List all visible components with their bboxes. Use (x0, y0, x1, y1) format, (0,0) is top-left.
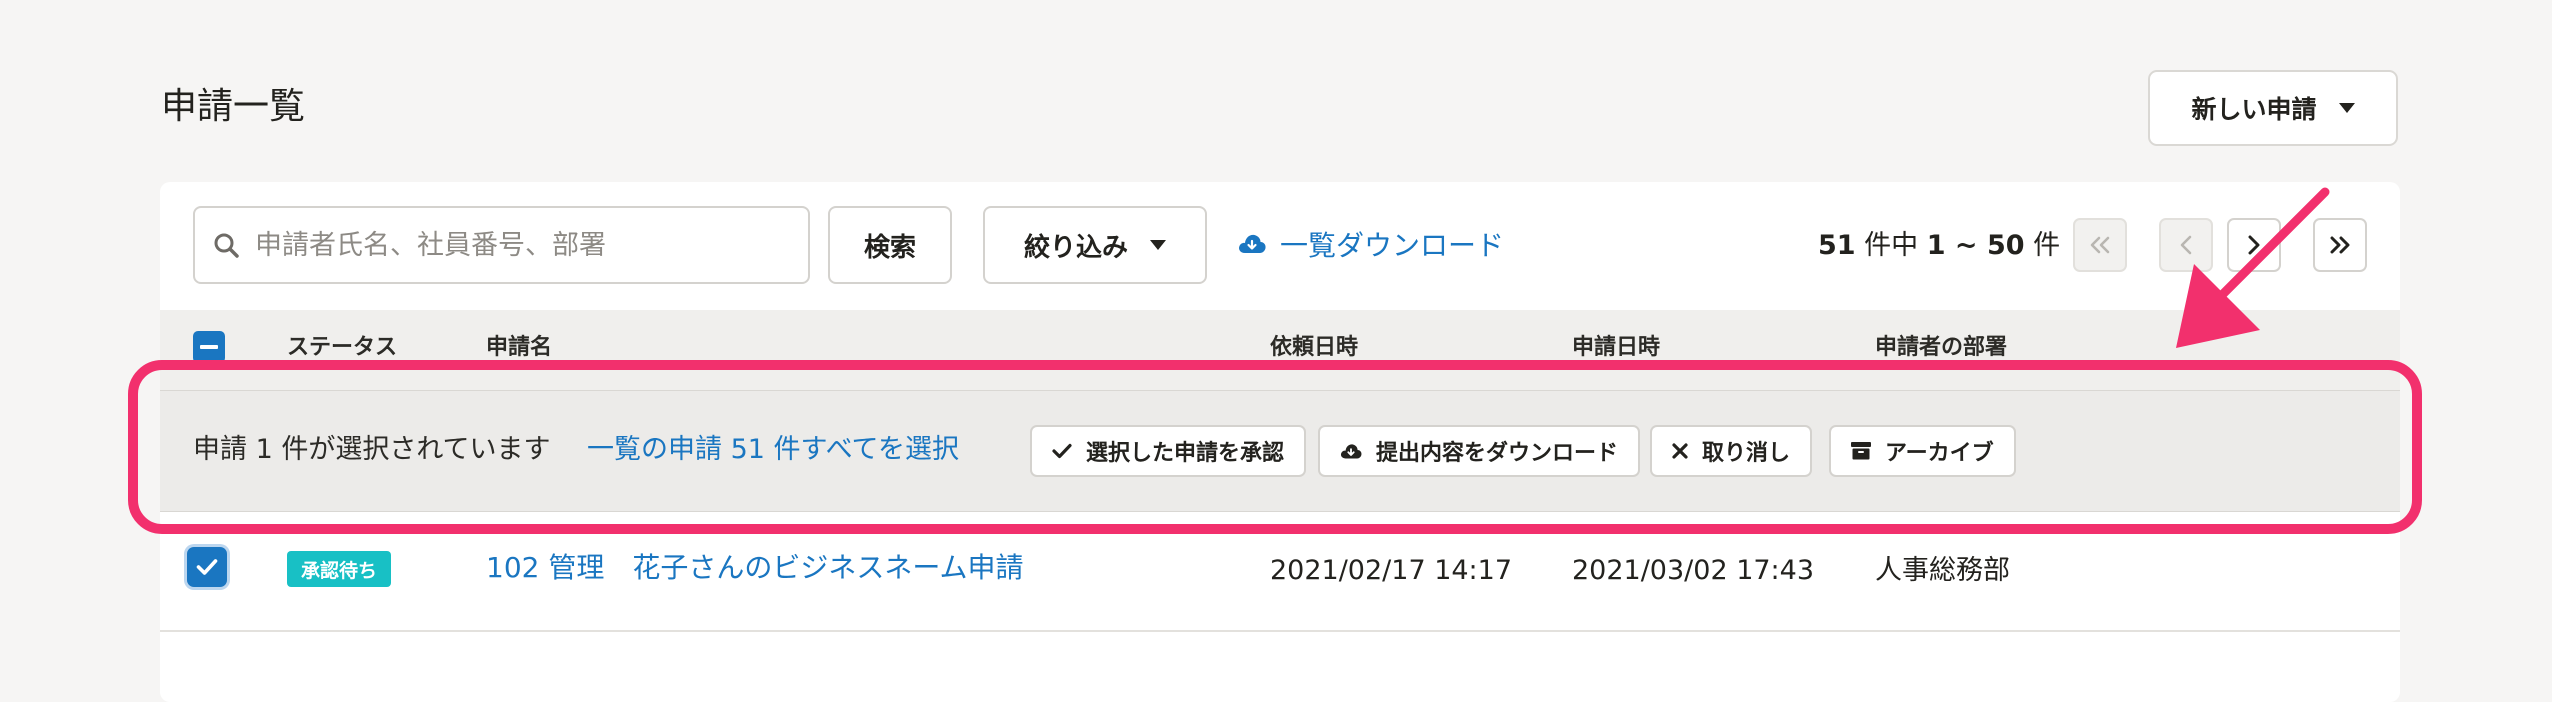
caret-down-icon (2338, 103, 2355, 113)
annotation-highlight-box (128, 360, 2422, 534)
minus-icon (200, 345, 218, 349)
search-button[interactable]: 検索 (828, 206, 952, 284)
row-checkbox[interactable] (187, 547, 227, 587)
filter-label: 絞り込み (1023, 232, 1128, 263)
submitted-at-cell: 2021/03/02 17:43 (1572, 555, 1815, 586)
pagination-range: 1 ~ 50 (1926, 230, 2025, 261)
list-download-link[interactable]: 一覧ダウンロード (1238, 222, 1504, 266)
annotation-arrow-icon (2176, 187, 2330, 348)
pagination-total: 51 (1818, 230, 1856, 261)
page-title: 申請一覧 (161, 86, 306, 127)
first-page-button[interactable] (2073, 218, 2127, 272)
search-box[interactable] (193, 206, 810, 284)
double-chevron-left-icon (2090, 236, 2110, 254)
new-application-label: 新しい申請 (2191, 95, 2317, 124)
column-header-requested-at[interactable]: 依頼日時 (1270, 334, 1358, 362)
pagination-range-suffix: 件 (2024, 230, 2061, 261)
column-header-status[interactable]: ステータス (287, 334, 397, 362)
column-header-submitted-at[interactable]: 申請日時 (1572, 334, 1660, 362)
check-icon (196, 559, 218, 575)
list-download-label: 一覧ダウンロード (1280, 229, 1505, 262)
cloud-download-icon (1239, 234, 1266, 253)
requested-at-cell: 2021/02/17 14:17 (1270, 555, 1513, 586)
caret-down-icon (1150, 240, 1166, 250)
pagination-total-suffix: 件中 (1855, 230, 1927, 261)
pagination-summary: 51 件中 1 ~ 50 件 (1818, 226, 2060, 266)
search-input[interactable] (253, 228, 797, 262)
select-all-checkbox[interactable] (193, 331, 225, 363)
new-application-button[interactable]: 新しい申請 (2148, 70, 2398, 146)
row-divider (160, 630, 2400, 632)
search-icon (214, 233, 239, 258)
department-cell: 人事総務部 (1875, 555, 2010, 586)
application-name-link[interactable]: 102 管理 花子さんのビジネスネーム申請 (486, 548, 1024, 588)
column-header-department[interactable]: 申請者の部署 (1875, 334, 2007, 362)
status-badge: 承認待ち (287, 551, 392, 587)
column-header-name[interactable]: 申請名 (486, 334, 552, 362)
filter-button[interactable]: 絞り込み (983, 206, 1207, 284)
